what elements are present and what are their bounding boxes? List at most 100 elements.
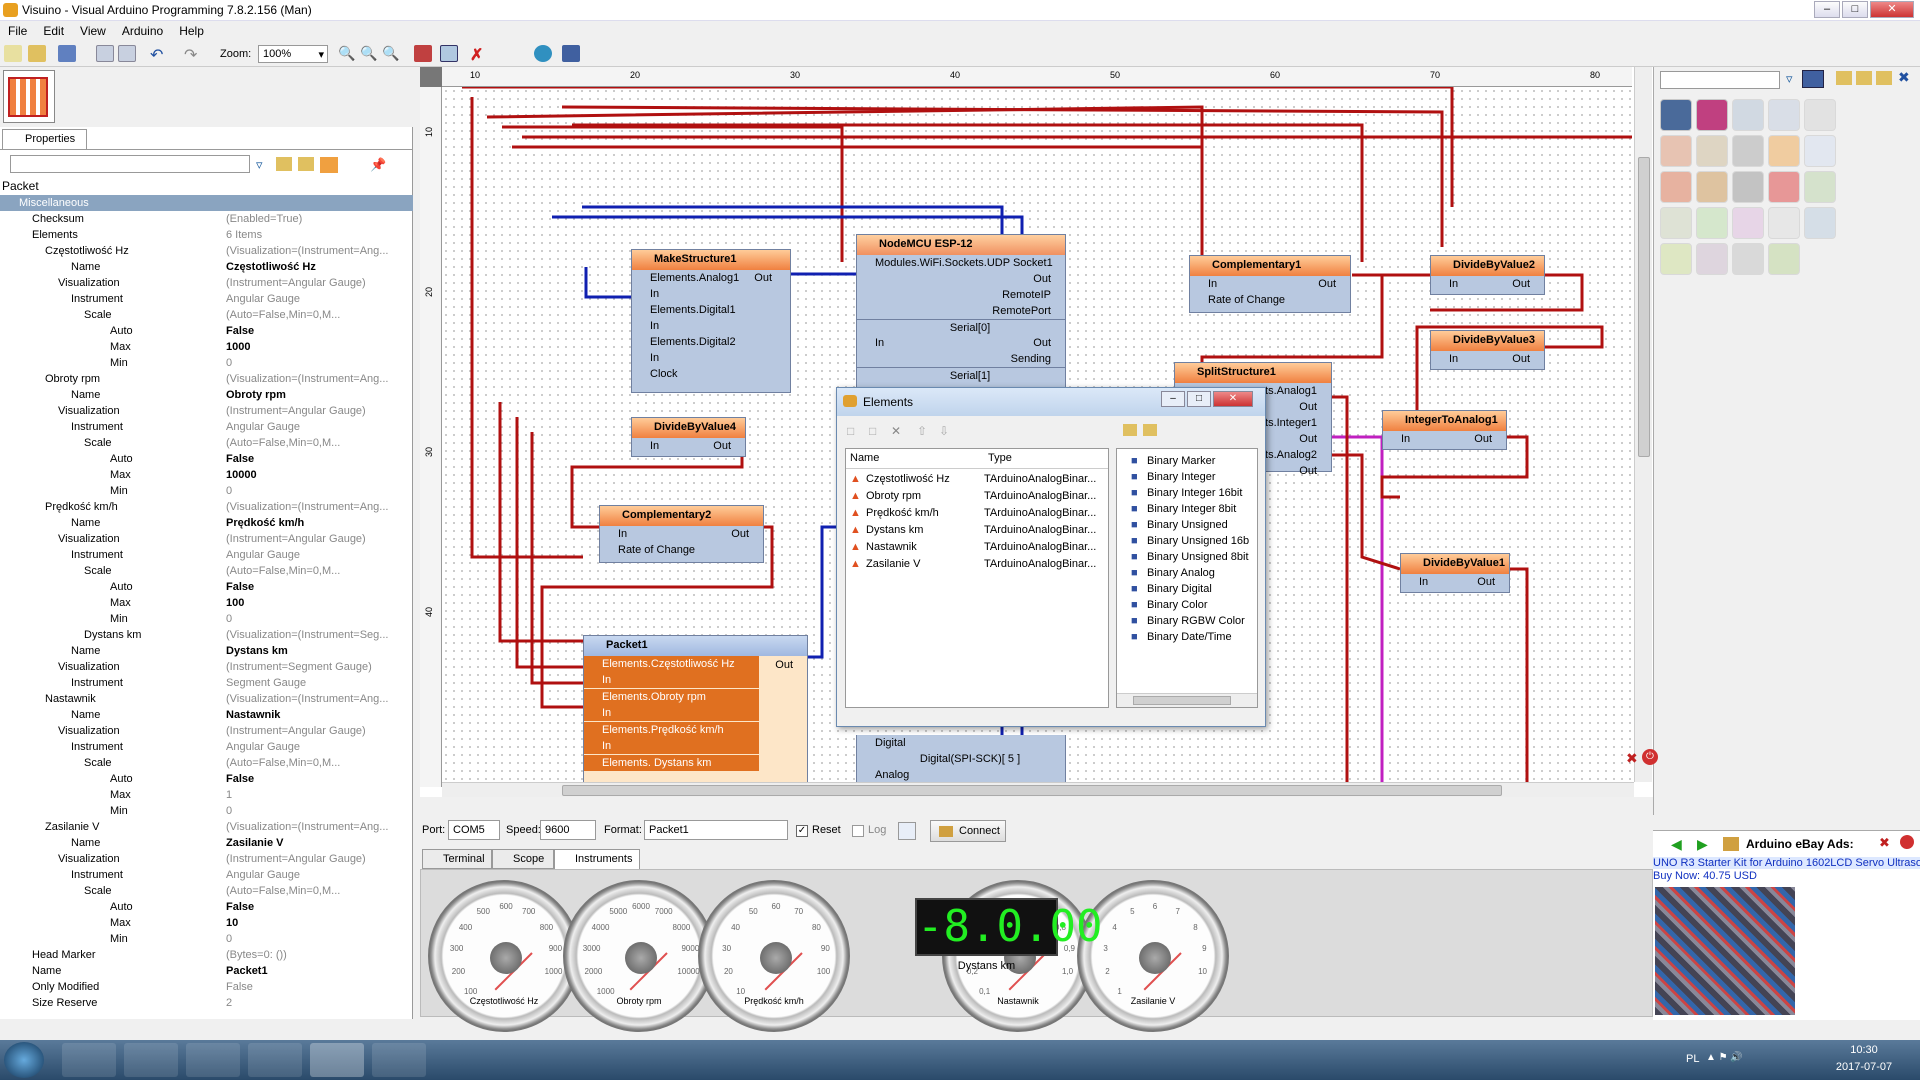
property-value[interactable]: (Enabled=True): [226, 211, 302, 227]
element-type-item[interactable]: ■ Binary Marker: [1117, 453, 1257, 469]
view-mode-icon[interactable]: [1802, 70, 1824, 88]
property-row[interactable]: Min 0: [0, 931, 413, 947]
ads-tools-icon[interactable]: ✖: [1879, 835, 1890, 851]
minimize-button[interactable]: –: [1814, 1, 1840, 18]
property-value[interactable]: 0: [226, 483, 232, 499]
filter-icon[interactable]: ▿: [256, 157, 263, 173]
property-row[interactable]: Instrument Segment Gauge: [0, 675, 413, 691]
collapse-icon[interactable]: [298, 157, 314, 171]
property-row[interactable]: Prędkość km/h (Visualization=(Instrument=…: [0, 499, 413, 515]
property-row[interactable]: Name Packet1: [0, 963, 413, 979]
property-value[interactable]: (Visualization=(Instrument=Ang...: [226, 691, 388, 707]
property-value[interactable]: 1000: [226, 339, 250, 355]
palette-search-input[interactable]: [1660, 71, 1780, 89]
elements-dialog-titlebar[interactable]: Elements – □ ✕: [837, 388, 1265, 416]
move-down-icon[interactable]: ⇩: [939, 424, 949, 438]
component-category-icon[interactable]: [1660, 135, 1692, 167]
property-row[interactable]: Elements 6 Items: [0, 227, 413, 243]
property-value[interactable]: False: [226, 899, 254, 915]
property-value[interactable]: Nastawnik: [226, 707, 280, 723]
pin-label[interactable]: In Out: [1431, 276, 1544, 292]
types-scrollbar[interactable]: [1117, 693, 1257, 707]
component-category-icon[interactable]: [1660, 171, 1692, 203]
property-row[interactable]: Nastawnik (Visualization=(Instrument=Ang.…: [0, 691, 413, 707]
menu-edit[interactable]: Edit: [35, 21, 72, 38]
reset-checkbox[interactable]: ✓: [796, 825, 808, 837]
category-icon[interactable]: [1876, 71, 1892, 85]
open-icon[interactable]: [28, 45, 46, 62]
dialog-minimize-button[interactable]: –: [1161, 391, 1185, 407]
property-value[interactable]: Angular Gauge: [226, 867, 300, 883]
element-type-item[interactable]: ■ Binary Unsigned 16b: [1117, 533, 1257, 549]
clock-date[interactable]: 2017-07-07: [1834, 1061, 1894, 1073]
property-value[interactable]: (Instrument=Angular Gauge): [226, 403, 366, 419]
new-icon[interactable]: [4, 45, 22, 62]
component-category-icon[interactable]: [1768, 135, 1800, 167]
packet-out[interactable]: Out: [775, 659, 793, 671]
property-row[interactable]: Min 0: [0, 611, 413, 627]
globe-icon[interactable]: [534, 45, 552, 62]
component-category-icon[interactable]: [1804, 135, 1836, 167]
wire[interactable]: [486, 105, 1204, 262]
property-value[interactable]: False: [226, 579, 254, 595]
menu-file[interactable]: File: [0, 21, 35, 38]
property-value[interactable]: (Instrument=Angular Gauge): [226, 531, 366, 547]
zoom-out-icon[interactable]: 🔍: [360, 45, 378, 62]
zoom-in-icon[interactable]: 🔍: [338, 45, 356, 62]
component-category-icon[interactable]: [1660, 243, 1692, 275]
element-row[interactable]: ▲ Częstotliwość Hz TArduinoAnalogBinar...: [846, 471, 1108, 488]
component-category-icon[interactable]: [1804, 207, 1836, 239]
property-value[interactable]: Obroty rpm: [226, 387, 286, 403]
integer-to-analog-component[interactable]: IntegerToAnalog1 In Out: [1382, 410, 1507, 450]
property-row[interactable]: Auto False: [0, 579, 413, 595]
property-row[interactable]: Scale (Auto=False,Min=0,M...: [0, 307, 413, 323]
property-row[interactable]: Checksum (Enabled=True): [0, 211, 413, 227]
select-icon[interactable]: [440, 45, 458, 62]
component-category-icon[interactable]: [1768, 207, 1800, 239]
divide-by-value1-component[interactable]: DivideByValue1 In Out: [1400, 553, 1510, 593]
pin-label[interactable]: Rate of Change: [1190, 292, 1350, 308]
elements-list[interactable]: Name Type ▲ Częstotliwość Hz TArduinoAnalo…: [845, 448, 1109, 708]
pin-label[interactable]: Sending: [857, 351, 1065, 367]
app-taskbar-icon[interactable]: [372, 1043, 426, 1077]
property-row[interactable]: Visualization (Instrument=Segment Gauge): [0, 659, 413, 675]
log-file-button[interactable]: [898, 822, 916, 840]
component-category-icon[interactable]: [1732, 171, 1764, 203]
zoom-select[interactable]: 100% ▾: [258, 45, 328, 63]
property-row[interactable]: Only Modified False: [0, 979, 413, 995]
pin-label[interactable]: In: [584, 672, 759, 688]
property-value[interactable]: False: [226, 451, 254, 467]
element-type-item[interactable]: ■ Binary RGBW Color: [1117, 613, 1257, 629]
component-category-icon[interactable]: [1768, 171, 1800, 203]
property-value[interactable]: False: [226, 323, 254, 339]
pin-label[interactable]: Digital(SPI-SCK)[ 5 ]: [857, 751, 1065, 767]
property-row[interactable]: Visualization (Instrument=Angular Gauge): [0, 531, 413, 547]
copy-element-icon[interactable]: □: [869, 424, 876, 438]
wire[interactable]: [1510, 567, 1529, 782]
component-category-icon[interactable]: [1732, 207, 1764, 239]
menu-arduino[interactable]: Arduino: [114, 21, 171, 38]
wire[interactable]: [1332, 453, 1401, 571]
pin-label[interactable]: In Out: [600, 526, 763, 542]
pin-label[interactable]: In Out: [632, 438, 745, 454]
property-row[interactable]: Zasilanie V (Visualization=(Instrument=An…: [0, 819, 413, 835]
property-row[interactable]: Scale (Auto=False,Min=0,M...: [0, 563, 413, 579]
packet-component[interactable]: Packet1 Elements.Częstotliwość Hz In Ele…: [583, 635, 808, 782]
log-checkbox[interactable]: [852, 825, 864, 837]
tab-properties[interactable]: Properties: [2, 129, 87, 149]
property-row[interactable]: Head Marker (Bytes=0: ()): [0, 947, 413, 963]
element-type-item[interactable]: ■ Binary Integer: [1117, 469, 1257, 485]
property-row[interactable]: Max 100: [0, 595, 413, 611]
property-value[interactable]: 0: [226, 803, 232, 819]
component-category-icon[interactable]: [1696, 243, 1728, 275]
maximize-button[interactable]: □: [1842, 1, 1868, 18]
property-value[interactable]: (Visualization=(Instrument=Ang...: [226, 243, 388, 259]
property-value[interactable]: (Instrument=Angular Gauge): [226, 851, 366, 867]
tray-icons[interactable]: ▲ ⚑ 🔊: [1706, 1052, 1786, 1066]
wire[interactable]: [584, 267, 631, 299]
layout-icon[interactable]: [96, 45, 114, 62]
element-row[interactable]: ▲ Obroty rpm TArduinoAnalogBinar...: [846, 488, 1108, 505]
property-value[interactable]: Angular Gauge: [226, 419, 300, 435]
pin-label[interactable]: Out: [857, 271, 1065, 287]
close-button[interactable]: ✕: [1870, 1, 1914, 18]
